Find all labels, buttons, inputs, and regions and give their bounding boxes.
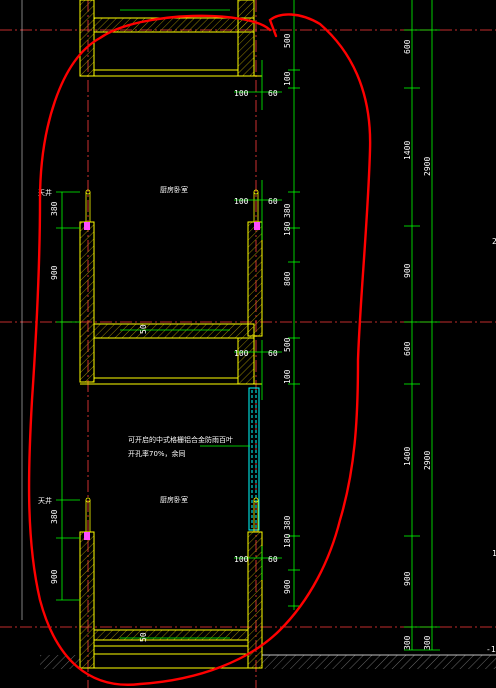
dim-inner-60-a: 60 [268, 89, 278, 98]
dim-right-small-900: 900 [283, 579, 292, 594]
dim-right-mid-600-a: 600 [403, 39, 412, 54]
dim-left-380-lower: 380 [50, 509, 59, 524]
bottom-right-label: -1 [486, 645, 496, 654]
dim-inner-100-d: 100 [234, 555, 249, 564]
dim-right-small-500-a: 500 [283, 33, 292, 48]
walls [79, 0, 263, 669]
dim-right-small-180-b: 180 [283, 533, 292, 548]
dim-right-mid-600-b: 600 [403, 341, 412, 356]
dim-right-small-100-b: 100 [283, 369, 292, 384]
dim-right-small-500-b: 500 [283, 337, 292, 352]
dim-left-380-upper: 380 [50, 201, 59, 216]
cad-section-drawing: 380 900 380 900 天井 天井 厨房卧室 厨房卧室 50 50 10… [0, 0, 496, 688]
dim-right-small-800: 800 [283, 271, 292, 286]
dim-inner-60-c: 60 [268, 349, 278, 358]
drain-pipes [85, 189, 259, 532]
dim-floor-middle: 50 [139, 324, 148, 334]
dim-left-900-lower: 900 [50, 569, 59, 584]
dim-right-outer-2900-b: 2900 [423, 451, 432, 470]
dim-inner-100-b: 100 [234, 197, 249, 206]
pipes [84, 222, 260, 540]
dim-right-small-380-b: 380 [283, 515, 292, 530]
dim-right-small-180: 180 [283, 221, 292, 236]
ground-hatch-left [40, 655, 80, 669]
louver-note-line1: 可开启的中式格栅铝合金防雨百叶 [128, 435, 233, 444]
dim-left-900-upper: 900 [50, 265, 59, 280]
dim-inner-100-a: 100 [234, 89, 249, 98]
room-label-lower: 厨房卧室 [160, 495, 188, 504]
label-tianjing-lower: 天井 [38, 496, 52, 505]
ground-hatch [262, 655, 496, 669]
dim-floor-bottom: 50 [139, 632, 148, 642]
edge-mark-1: 1 [492, 549, 496, 558]
dim-right-mid-1400-b: 1400 [403, 447, 412, 466]
dim-right-small-100-a: 100 [283, 71, 292, 86]
louver-note-line2: 开孔率70%，余同 [128, 449, 186, 458]
dim-inner-60-b: 60 [268, 197, 278, 206]
dim-right-outer-300: 300 [423, 635, 432, 650]
dim-right-mid-900-b: 900 [403, 571, 412, 586]
dim-right-mid-1400-a: 1400 [403, 141, 412, 160]
dim-right-mid-900-a: 900 [403, 263, 412, 278]
room-label-upper: 厨房卧室 [160, 185, 188, 194]
dim-right-mid-300: 300 [403, 635, 412, 650]
dim-inner-100-c: 100 [234, 349, 249, 358]
dim-right-small-380: 380 [283, 203, 292, 218]
edge-mark-2: 2 [492, 237, 496, 246]
dim-right-outer-2900-a: 2900 [423, 157, 432, 176]
dim-inner-60-d: 60 [268, 555, 278, 564]
